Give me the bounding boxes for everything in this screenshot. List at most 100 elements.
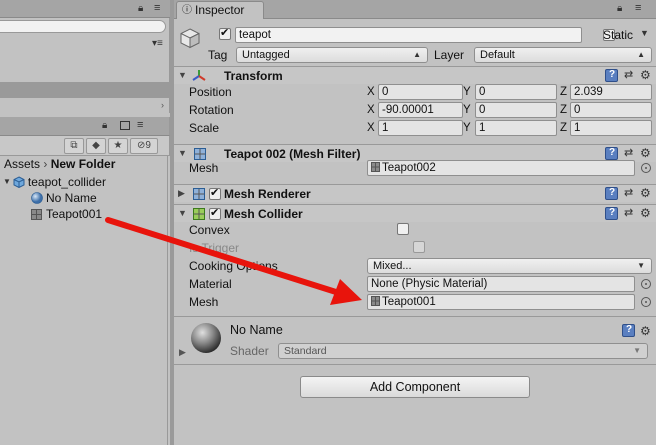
menu-icon[interactable]: ≡ [635, 2, 641, 14]
breadcrumb-current[interactable]: New Folder [51, 157, 116, 171]
prefab-icon [13, 176, 25, 188]
add-component-button[interactable]: Add Component [300, 376, 530, 398]
help-book-icon[interactable] [605, 147, 618, 160]
tree-item-teapot-collider[interactable]: ▼ teapot_collider [3, 174, 106, 190]
mesh-renderer-title: Mesh Renderer [224, 187, 311, 201]
foldout-closed-icon[interactable]: ▶ [179, 347, 186, 358]
axis-y-label[interactable]: Y [463, 104, 471, 116]
cooking-options-value: Mixed... [373, 260, 412, 272]
axis-x-label[interactable]: X [367, 86, 375, 98]
gameobject-active-checkbox[interactable] [219, 26, 231, 40]
mesh-collider-mesh-field[interactable]: Teapot001 [367, 294, 635, 310]
axis-z-label[interactable]: Z [560, 104, 567, 116]
shader-dropdown[interactable]: Standard ▼ [278, 343, 648, 359]
layer-dropdown[interactable]: Default ▲ [474, 47, 652, 63]
help-book-icon[interactable] [605, 207, 618, 220]
mesh-collider-mesh-value: Teapot001 [382, 296, 436, 308]
rotation-y-field[interactable]: 0 [475, 102, 557, 118]
axis-z-label[interactable]: Z [560, 86, 567, 98]
mesh-icon [31, 208, 42, 220]
breadcrumb-sep: › [43, 157, 48, 171]
lock-icon[interactable]: 🔒︎ [138, 3, 143, 14]
hierarchy-selected-row[interactable] [0, 82, 170, 98]
foldout-open-icon[interactable]: ▼ [178, 70, 187, 80]
foldout-open-icon[interactable]: ▼ [178, 148, 187, 158]
filter-by-type-icon[interactable]: ⧉ [64, 138, 84, 154]
tab-inspector[interactable]: ⓘ Inspector [176, 1, 264, 19]
rotation-z-field[interactable]: 0 [570, 102, 652, 118]
gear-icon[interactable]: ⚙ [640, 68, 651, 82]
menu-icon[interactable]: ≡ [154, 2, 160, 14]
axis-z-label[interactable]: Z [560, 122, 567, 134]
axis-x-label[interactable]: X [367, 104, 375, 116]
mesh-collider-enabled-checkbox[interactable] [209, 206, 221, 220]
create-dropdown-icon[interactable]: ▾≡ [152, 38, 163, 49]
help-book-icon[interactable] [605, 187, 618, 200]
object-picker-icon[interactable] [641, 163, 651, 173]
transform-header[interactable]: ▼ Transform ⇄ ⚙ [174, 66, 656, 84]
static-dropdown-icon[interactable]: ▼ [640, 28, 649, 38]
convex-checkbox[interactable] [397, 223, 410, 235]
gear-icon[interactable]: ⚙ [640, 146, 651, 160]
position-z-field[interactable]: 2.039 [570, 84, 652, 100]
scale-x-field[interactable]: 1 [378, 120, 463, 136]
mesh-icon [371, 162, 380, 172]
tree-item-label: teapot_collider [27, 175, 106, 189]
gameobject-name-field[interactable]: teapot [235, 27, 582, 43]
is-trigger-label: Is Trigger [189, 241, 240, 255]
object-picker-icon[interactable] [641, 297, 651, 307]
menu-icon[interactable]: ≡ [137, 119, 143, 131]
mesh-collider-header[interactable]: ▼ Mesh Collider ⇄ ⚙ [174, 204, 656, 222]
transform-title: Transform [224, 69, 283, 83]
lock-icon[interactable]: 🔒︎ [102, 120, 107, 131]
help-book-icon[interactable] [622, 324, 635, 337]
cooking-options-dropdown[interactable]: Mixed... ▼ [367, 258, 652, 274]
foldout-closed-icon[interactable]: ▶ [178, 188, 185, 199]
filter-by-label-icon[interactable]: ◆ [86, 138, 106, 154]
hierarchy-search-field[interactable] [0, 20, 166, 33]
axis-y-label[interactable]: Y [463, 86, 471, 98]
mesh-filter-icon [194, 148, 206, 160]
hidden-count: 9 [145, 140, 151, 151]
tag-label: Tag [208, 48, 228, 62]
axis-y-label[interactable]: Y [463, 122, 471, 134]
hidden-packages-toggle[interactable]: ⊘9 [130, 138, 158, 154]
preset-icon[interactable]: ⇄ [624, 68, 633, 81]
shader-label: Shader [230, 344, 269, 358]
breadcrumb-root[interactable]: Assets [4, 157, 40, 171]
dropdown-arrow-icon: ▲ [637, 50, 645, 59]
preset-icon[interactable]: ⇄ [624, 206, 633, 219]
help-book-icon[interactable] [605, 69, 618, 82]
scroll-right-icon[interactable]: › [161, 100, 164, 110]
mesh-filter-mesh-field[interactable]: Teapot002 [367, 160, 635, 176]
tree-item-no-name[interactable]: No Name [31, 190, 97, 206]
mesh-renderer-header[interactable]: ▶ Mesh Renderer ⇄ ⚙ [174, 184, 656, 202]
preset-icon[interactable]: ⇄ [624, 146, 633, 159]
mesh-filter-title: Teapot 002 (Mesh Filter) [224, 147, 361, 161]
material-sphere-icon [31, 192, 43, 204]
gear-icon[interactable]: ⚙ [640, 324, 651, 338]
position-x-field[interactable]: 0 [378, 84, 463, 100]
info-icon: ⓘ [182, 5, 192, 16]
gear-icon[interactable]: ⚙ [640, 186, 651, 200]
object-picker-icon[interactable] [641, 279, 651, 289]
static-label: Static [603, 28, 634, 42]
axis-x-label[interactable]: X [367, 122, 375, 134]
tree-item-teapot001[interactable]: Teapot001 [31, 206, 102, 222]
expand-arrow-icon[interactable]: ▼ [3, 174, 11, 190]
lock-icon[interactable]: 🔒︎ [617, 3, 622, 14]
mesh-renderer-enabled-checkbox[interactable] [209, 186, 221, 200]
gear-icon[interactable]: ⚙ [640, 206, 651, 220]
inspector-tab-bar: ⓘ Inspector 🔒︎ ≡ [174, 0, 656, 19]
scale-y-field[interactable]: 1 [475, 120, 557, 136]
position-y-field[interactable]: 0 [475, 84, 557, 100]
maximize-icon[interactable] [120, 121, 130, 130]
physic-material-field[interactable]: None (Physic Material) [367, 276, 635, 292]
mesh-filter-mesh-value: Teapot002 [382, 162, 436, 174]
rotation-x-field[interactable]: -90.00001 [378, 102, 463, 118]
scale-z-field[interactable]: 1 [570, 120, 652, 136]
foldout-open-icon[interactable]: ▼ [178, 208, 187, 218]
favorite-star-icon[interactable]: ★ [108, 138, 128, 154]
preset-icon[interactable]: ⇄ [624, 186, 633, 199]
tag-dropdown[interactable]: Untagged ▲ [236, 47, 428, 63]
